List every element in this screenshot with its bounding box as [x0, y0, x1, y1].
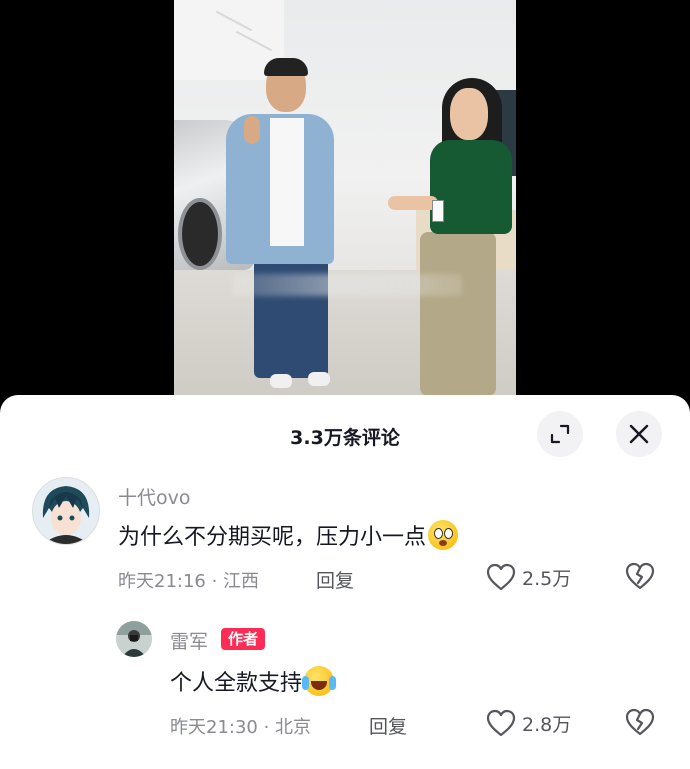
- rolling-laughing-emoji-icon: [302, 666, 337, 696]
- comment-body: 为什么不分期买呢，压力小一点: [118, 525, 427, 550]
- like-count: 2.8万: [522, 713, 572, 736]
- broken-heart-icon: [625, 562, 655, 590]
- meta-separator: ·: [257, 717, 276, 738]
- comment-time: 昨天21:16: [118, 571, 206, 592]
- reply-button[interactable]: 回复: [316, 566, 354, 593]
- person-2-arm: [388, 196, 438, 210]
- comment-text: 个人全款支持: [170, 665, 337, 697]
- author-badge: 作者: [221, 628, 266, 650]
- video-area[interactable]: [0, 0, 690, 400]
- emoji-mouth: [439, 540, 448, 546]
- emoji-eye: [434, 528, 444, 539]
- emoji-eye: [444, 528, 454, 539]
- comments-sheet: 3.3万条评论 十代ovo 为什么不分期买呢，压力小一点 昨天21:16 · 江…: [0, 395, 690, 769]
- comment-location: 北京: [275, 717, 312, 738]
- expand-icon: [550, 424, 570, 444]
- comment-time: 昨天21:30: [170, 717, 258, 738]
- person-1-hair: [264, 58, 308, 76]
- video-subtitle-obscured: [232, 274, 462, 296]
- person-1-legs: [254, 248, 328, 378]
- car-wheel: [178, 198, 222, 270]
- heart-icon: [486, 563, 516, 591]
- comment-username[interactable]: 十代ovo: [118, 483, 191, 510]
- comments-count-title: 3.3万条评论: [290, 427, 400, 449]
- close-button[interactable]: [616, 411, 662, 457]
- person-2-head: [450, 88, 488, 140]
- avatar[interactable]: [32, 477, 100, 545]
- flushed-face-emoji-icon: [428, 520, 459, 550]
- comment-location: 江西: [223, 571, 260, 592]
- comment-meta: 昨天21:16 · 江西: [118, 567, 259, 593]
- close-icon: [629, 424, 649, 444]
- reply-button[interactable]: 回复: [369, 712, 407, 739]
- like-button[interactable]: 2.5万: [486, 563, 571, 591]
- meta-separator: ·: [205, 571, 224, 592]
- emoji-tear: [329, 676, 337, 690]
- person-1-shoe: [270, 374, 292, 388]
- video-thumbnail[interactable]: [174, 0, 516, 396]
- person-1-shoe: [308, 372, 330, 386]
- person-1-hand: [244, 116, 260, 144]
- like-count: 2.5万: [522, 567, 572, 590]
- expand-button[interactable]: [537, 411, 583, 457]
- person-2-pants: [420, 232, 496, 396]
- comment-text: 为什么不分期买呢，压力小一点: [118, 519, 459, 551]
- profile-photo-image: [116, 621, 152, 657]
- broken-heart-icon: [625, 708, 655, 736]
- dislike-button[interactable]: [625, 562, 655, 592]
- emoji-tear: [302, 676, 310, 690]
- like-button[interactable]: 2.8万: [486, 709, 571, 737]
- anime-avatar-image: [33, 478, 99, 544]
- person-1-shirt: [270, 118, 304, 246]
- heart-icon: [486, 709, 516, 737]
- emoji-grin: [311, 681, 328, 690]
- person-2-id-badge: [432, 200, 444, 222]
- comment-body: 个人全款支持: [170, 671, 303, 696]
- comment-meta: 昨天21:30 · 北京: [170, 713, 311, 739]
- comment-username[interactable]: 雷军: [170, 627, 208, 654]
- dislike-button[interactable]: [625, 708, 655, 738]
- avatar[interactable]: [116, 621, 152, 657]
